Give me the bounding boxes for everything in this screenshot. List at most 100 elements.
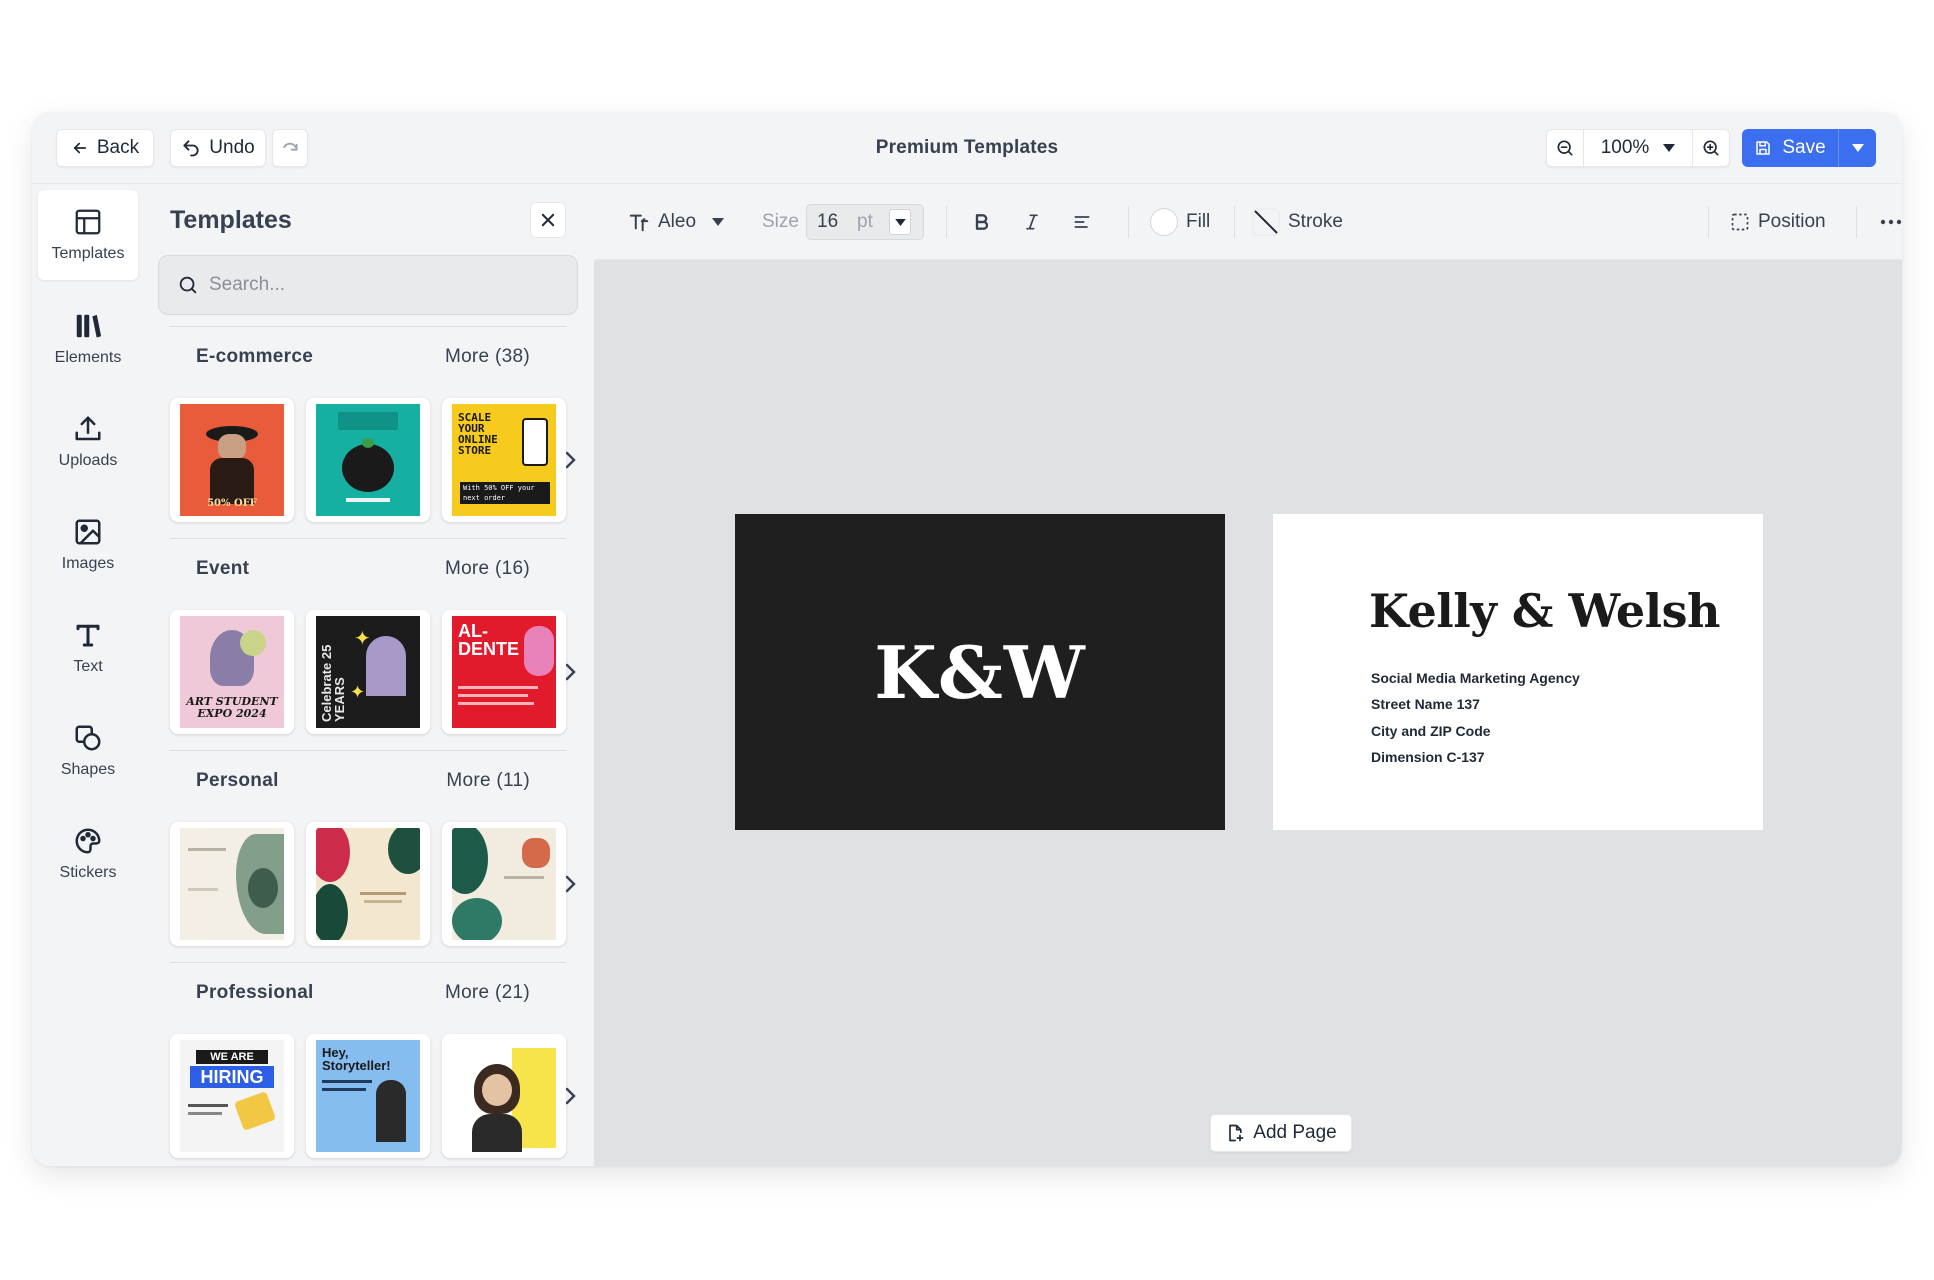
template-art: Hey, Storyteller! [316, 1040, 420, 1152]
event-next-button[interactable] [558, 660, 582, 684]
design-canvas[interactable]: K&W Kelly & Welsh Social Media Marketing… [594, 260, 1902, 1166]
align-button[interactable] [1072, 184, 1092, 260]
no-stroke-icon [1252, 208, 1280, 236]
save-options-button[interactable] [1838, 129, 1876, 167]
rail-item-elements[interactable]: Elements [38, 294, 138, 384]
stroke-label: Stroke [1288, 211, 1343, 232]
zoom-in-button[interactable] [1693, 130, 1729, 166]
template-art: SCALE YOUR ONLINE STORE With 50% OFF you… [452, 404, 556, 516]
template-thumb[interactable]: SCALE YOUR ONLINE STORE With 50% OFF you… [442, 398, 566, 522]
position-button[interactable]: Position [1730, 184, 1826, 260]
rail-item-text[interactable]: Text [38, 603, 138, 693]
business-card-front[interactable]: K&W [735, 514, 1225, 830]
zoom-in-icon [1703, 140, 1719, 156]
template-art: 50% OFF [180, 404, 284, 516]
template-thumb[interactable]: Hey, Storyteller! [306, 1034, 430, 1158]
image-icon [75, 519, 101, 545]
caret-down-icon [1663, 144, 1676, 152]
toolbar-separator [1234, 206, 1235, 238]
card-text-line[interactable]: Social Media Marketing Agency [1371, 670, 1580, 686]
card-brand-name[interactable]: Kelly & Welsh [1369, 584, 1720, 638]
template-thumb[interactable]: Celebrate 25 YEARS ✦ ✦ [306, 610, 430, 734]
chevron-right-icon [565, 663, 576, 681]
template-thumb[interactable]: ART STUDENT EXPO 2024 [170, 610, 294, 734]
chevron-right-icon [565, 875, 576, 893]
template-thumb[interactable]: 50% OFF [170, 398, 294, 522]
divider [170, 962, 566, 963]
position-label: Position [1758, 211, 1826, 232]
size-label: Size [762, 211, 799, 232]
section-more-link[interactable]: More (16) [445, 558, 530, 580]
section-more-link[interactable]: More (11) [446, 770, 530, 792]
card-text-line[interactable]: City and ZIP Code [1371, 723, 1491, 739]
rail-item-images[interactable]: Images [38, 500, 138, 590]
section-name: E-commerce [196, 346, 314, 367]
rail-item-uploads[interactable]: Uploads [38, 397, 138, 487]
bold-button[interactable] [972, 184, 992, 260]
bold-icon [975, 214, 989, 230]
thumb-text: HIRING [190, 1066, 274, 1088]
personal-next-button[interactable] [558, 872, 582, 896]
zoom-out-button[interactable] [1547, 130, 1583, 166]
section-more-link[interactable]: More (21) [445, 982, 530, 1004]
text-icon [76, 624, 100, 647]
rail-label: Templates [51, 245, 125, 262]
template-thumb[interactable] [306, 398, 430, 522]
stroke-button[interactable]: Stroke [1252, 184, 1343, 260]
card-text-line[interactable]: Street Name 137 [1371, 696, 1480, 712]
save-button[interactable]: Save [1742, 129, 1838, 167]
toolbar-separator [946, 206, 947, 238]
thumb-text: 50% OFF [207, 498, 257, 509]
add-page-button[interactable]: Add Page [1210, 1114, 1352, 1152]
section-event: Event More (16) ART STUDENT EXPO 2024 Ce… [170, 538, 576, 748]
search-input[interactable] [209, 274, 549, 296]
divider [170, 750, 566, 751]
zoom-select[interactable]: 100% [1583, 130, 1693, 166]
shapes-icon [75, 725, 101, 751]
card-logo[interactable]: K&W [874, 630, 1085, 715]
professional-next-button[interactable] [558, 1084, 582, 1108]
font-select[interactable]: Aleo [628, 184, 725, 260]
section-ecommerce: E-commerce More (38) 50% OFF SCALE YOUR … [170, 326, 576, 536]
template-thumb[interactable] [442, 822, 566, 946]
more-horizontal-icon [1880, 219, 1902, 225]
search-box [158, 255, 578, 315]
business-card-back[interactable]: Kelly & Welsh Social Media Marketing Age… [1273, 514, 1763, 830]
rail-label: Uploads [58, 452, 118, 469]
chevron-right-icon [565, 451, 576, 469]
floppy-icon [1756, 141, 1771, 155]
rail-item-shapes[interactable]: Shapes [38, 706, 138, 796]
italic-button[interactable] [1022, 184, 1042, 260]
close-panel-button[interactable] [530, 202, 566, 238]
add-page-label: Add Page [1253, 1122, 1337, 1143]
zoom-control: 100% [1546, 129, 1730, 167]
size-field[interactable]: 16 pt [806, 204, 924, 240]
rail-item-stickers[interactable]: Stickers [38, 809, 138, 899]
fill-label: Fill [1186, 211, 1211, 232]
section-more-link[interactable]: More (38) [445, 346, 530, 368]
caret-down-icon [712, 218, 725, 226]
rail-label: Images [61, 555, 115, 572]
zoom-out-icon [1557, 140, 1573, 156]
more-options-button[interactable] [1880, 184, 1902, 260]
card-text-line[interactable]: Dimension C-137 [1371, 749, 1485, 765]
thumb-text: Celebrate 25 YEARS [319, 644, 347, 722]
close-icon [541, 213, 555, 227]
thumb-text: With 50% OFF your next order [460, 482, 550, 504]
ecommerce-next-button[interactable] [558, 448, 582, 472]
template-thumb[interactable] [170, 822, 294, 946]
library-icon [76, 314, 102, 338]
rail-item-templates[interactable]: Templates [38, 190, 138, 280]
thumb-text: ART STUDENT EXPO 2024 [186, 695, 278, 720]
section-name: Event [196, 558, 250, 579]
template-art [452, 1040, 556, 1152]
template-thumb[interactable]: WE ARE HIRING [170, 1034, 294, 1158]
template-thumb[interactable] [306, 822, 430, 946]
fill-button[interactable]: Fill [1150, 184, 1210, 260]
template-thumb[interactable]: AL-DENTE [442, 610, 566, 734]
sticker-icon [75, 828, 101, 854]
size-dropdown-button[interactable] [889, 209, 911, 235]
templates-panel: Templates E-commerce More (38) 50% OFF [144, 184, 594, 1166]
template-art: Celebrate 25 YEARS ✦ ✦ [316, 616, 420, 728]
template-thumb[interactable] [442, 1034, 566, 1158]
